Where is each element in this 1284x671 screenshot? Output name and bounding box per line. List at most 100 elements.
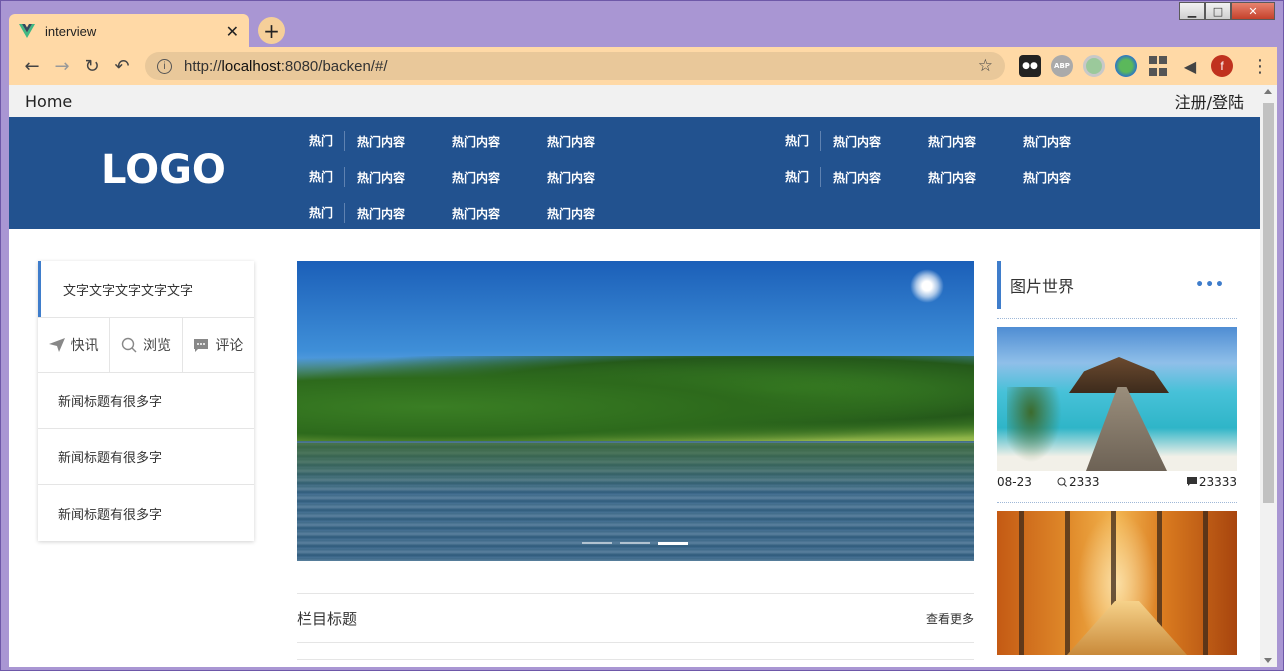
browser-tab[interactable]: interview ✕ <box>9 14 249 48</box>
hot-label[interactable]: 热门 <box>309 167 345 187</box>
hot-item[interactable]: 热门内容 <box>357 133 452 150</box>
picture-meta: 08-23 2333 23333 <box>997 472 1237 492</box>
carousel-image-trees <box>297 356 974 441</box>
hot-item[interactable]: 热门内容 <box>547 169 642 186</box>
extension-box-icon[interactable]: ●● <box>1019 55 1041 77</box>
extensions-area: ●● ABP ◀ f ⋮ <box>1019 55 1269 77</box>
hot-item[interactable]: 热门内容 <box>928 133 1023 150</box>
tab-label: 快讯 <box>70 338 99 354</box>
hot-item[interactable]: 热门内容 <box>1023 169 1118 186</box>
tab-close-icon[interactable]: ✕ <box>226 22 239 41</box>
hot-label[interactable]: 热门 <box>309 131 345 151</box>
tab-label: 评论 <box>215 338 244 354</box>
maximize-button[interactable]: □ <box>1205 2 1231 20</box>
hot-item[interactable]: 热门内容 <box>547 133 642 150</box>
news-item[interactable]: 新闻标题有很多字 <box>38 373 254 429</box>
undo-icon[interactable]: ↶ <box>107 51 137 81</box>
hot-label[interactable]: 热门 <box>785 131 821 151</box>
hot-row: 热门 热门内容 热门内容 热门内容 <box>309 159 642 195</box>
hot-item[interactable]: 热门内容 <box>452 133 547 150</box>
site-header: LOGO 热门 热门内容 热门内容 热门内容 热门 热门内容 热门内容 热门内容… <box>9 117 1260 229</box>
hot-item[interactable]: 热门内容 <box>547 205 642 222</box>
page-viewport: Home 注册/登陆 LOGO 热门 热门内容 热门内容 热门内容 热门 热门内… <box>9 85 1277 667</box>
hot-item[interactable]: 热门内容 <box>452 205 547 222</box>
hot-menu-left: 热门 热门内容 热门内容 热门内容 热门 热门内容 热门内容 热门内容 热门 热… <box>309 123 642 231</box>
hot-item[interactable]: 热门内容 <box>833 133 928 150</box>
profile-avatar[interactable]: f <box>1211 55 1233 77</box>
globe-extension-icon[interactable] <box>1115 55 1137 77</box>
more-dots-icon[interactable]: ••• <box>1195 277 1225 293</box>
news-item[interactable]: 新闻标题有很多字 <box>38 429 254 485</box>
hot-label[interactable]: 热门 <box>309 203 345 223</box>
back-icon[interactable]: ← <box>17 51 47 81</box>
view-more-link[interactable]: 查看更多 <box>926 610 974 627</box>
extension-circle-icon[interactable] <box>1083 55 1105 77</box>
comment-icon <box>1186 477 1197 486</box>
dotted-divider <box>997 502 1237 503</box>
register-login-link[interactable]: 注册/登陆 <box>1175 89 1244 113</box>
picture-image-pier <box>1086 387 1167 471</box>
carousel-dot[interactable] <box>620 542 650 544</box>
home-link[interactable]: Home <box>25 92 72 111</box>
tab-liulan[interactable]: 浏览 <box>110 318 183 372</box>
address-bar[interactable]: i http://localhost:8080/backen/#/ ☆ <box>145 52 1005 80</box>
left-panel-title[interactable]: 文字文字文字文字文字 <box>38 261 254 317</box>
speaker-icon[interactable]: ◀ <box>1179 55 1201 77</box>
picture-item-beach[interactable] <box>997 327 1237 471</box>
close-window-button[interactable]: ✕ <box>1231 2 1275 20</box>
picture-item-autumn-forest[interactable] <box>997 511 1237 655</box>
left-news-panel: 文字文字文字文字文字 快讯 浏览 评论 新闻标题有很多字 新闻标题有很多字 新闻… <box>38 261 254 541</box>
search-icon <box>121 337 137 353</box>
forward-icon[interactable]: → <box>47 51 77 81</box>
site-logo[interactable]: LOGO <box>101 147 226 193</box>
reload-icon[interactable]: ↻ <box>77 51 107 81</box>
info-icon[interactable]: i <box>157 58 172 74</box>
carousel-dot-active[interactable] <box>658 542 688 545</box>
browser-toolbar: ← → ↻ ↶ i http://localhost:8080/backen/#… <box>9 47 1277 85</box>
tab-kuaixun[interactable]: 快讯 <box>38 318 111 372</box>
tab-title: interview <box>45 23 97 39</box>
carousel-dot[interactable] <box>582 542 612 544</box>
hot-item[interactable]: 热门内容 <box>357 205 452 222</box>
picture-comments: 23333 <box>1186 475 1237 489</box>
window-controls: ▁ □ ✕ <box>1179 2 1275 20</box>
dotted-divider <box>997 318 1237 319</box>
picture-views: 2333 <box>1057 475 1187 489</box>
hot-row: 热门 热门内容 热门内容 热门内容 <box>785 159 1118 195</box>
scroll-up-icon[interactable] <box>1264 89 1272 94</box>
carousel-image-sun <box>910 269 944 303</box>
bookmark-star-icon[interactable]: ☆ <box>978 56 993 76</box>
column-title: 栏目标题 <box>297 609 358 628</box>
scroll-down-icon[interactable] <box>1264 658 1272 663</box>
carousel-indicators <box>582 542 688 545</box>
hot-item[interactable]: 热门内容 <box>357 169 452 186</box>
hot-item[interactable]: 热门内容 <box>452 169 547 186</box>
tab-label: 浏览 <box>142 338 171 354</box>
page-scrollbar[interactable] <box>1260 85 1277 667</box>
scroll-thumb[interactable] <box>1263 103 1274 503</box>
news-item[interactable]: 新闻标题有很多字 <box>38 485 254 541</box>
minimize-button[interactable]: ▁ <box>1179 2 1205 20</box>
picture-image-palm <box>1007 387 1067 471</box>
hot-row: 热门 热门内容 热门内容 热门内容 <box>785 123 1118 159</box>
hot-label[interactable]: 热门 <box>785 167 821 187</box>
picture-date: 08-23 <box>997 475 1032 489</box>
hot-row: 热门 热门内容 热门内容 热门内容 <box>309 195 642 231</box>
search-icon <box>1057 477 1067 487</box>
menu-kebab-icon[interactable]: ⋮ <box>1251 56 1269 77</box>
picture-world-title: 图片世界 <box>1010 277 1075 296</box>
new-tab-button[interactable]: + <box>258 17 285 44</box>
image-carousel[interactable] <box>297 261 974 561</box>
hot-item[interactable]: 热门内容 <box>928 169 1023 186</box>
views-count: 2333 <box>1069 475 1100 489</box>
url-text[interactable]: http://localhost:8080/backen/#/ <box>184 58 978 75</box>
column-header: 栏目标题 查看更多 <box>297 593 974 643</box>
hot-row: 热门 热门内容 热门内容 热门内容 <box>309 123 642 159</box>
hot-item[interactable]: 热门内容 <box>1023 133 1118 150</box>
comment-icon <box>194 338 209 352</box>
tab-pinglun[interactable]: 评论 <box>183 318 254 372</box>
adblock-icon[interactable]: ABP <box>1051 55 1073 77</box>
hot-menu-right: 热门 热门内容 热门内容 热门内容 热门 热门内容 热门内容 热门内容 <box>785 123 1118 195</box>
apps-grid-icon[interactable] <box>1147 55 1169 77</box>
hot-item[interactable]: 热门内容 <box>833 169 928 186</box>
